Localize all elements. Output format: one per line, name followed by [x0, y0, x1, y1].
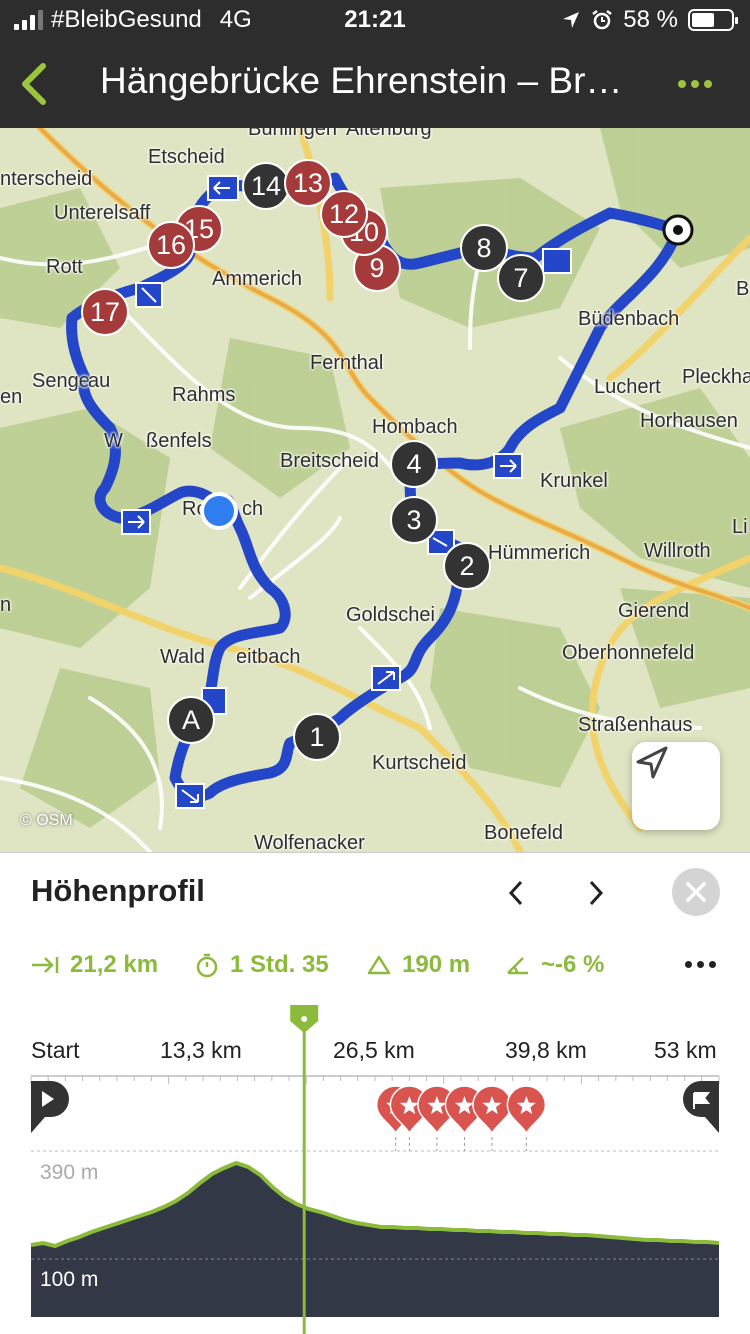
chevron-left-icon — [508, 880, 523, 906]
close-icon — [686, 882, 706, 902]
poi-marker[interactable]: 13 — [284, 159, 332, 207]
svg-text:7: 7 — [513, 263, 528, 293]
svg-text:4: 4 — [406, 449, 421, 479]
stat-duration: 1 Std. 35 — [194, 951, 329, 979]
svg-text:A: A — [182, 705, 200, 735]
finish-flag-icon — [683, 1081, 719, 1133]
gradient-value: ~-6 % — [541, 951, 605, 978]
svg-text:13: 13 — [293, 168, 323, 198]
svg-text:2: 2 — [459, 551, 474, 581]
back-button[interactable] — [14, 60, 54, 108]
gradient-icon — [507, 957, 528, 975]
current-location-dot — [200, 492, 238, 530]
stat-distance: 21,2 km — [30, 951, 158, 979]
location-arrow-icon — [563, 12, 580, 28]
previous-button[interactable] — [496, 875, 536, 911]
cursor-dot — [301, 1016, 308, 1022]
waypoint-marker[interactable]: 3 — [390, 496, 438, 544]
next-button[interactable] — [576, 875, 616, 911]
svg-text:16: 16 — [156, 230, 186, 260]
waypoint-marker[interactable]: 7 — [497, 254, 545, 302]
stats-more-button[interactable] — [685, 961, 716, 968]
page-title: Hängebrücke Ehrenstein – Br… — [100, 60, 623, 101]
poi-marker[interactable]: 16 — [147, 221, 195, 269]
status-bar: #BleibGesund 4G 21:21 58 % — [0, 0, 750, 40]
waypoint-marker[interactable]: 4 — [390, 440, 438, 488]
svg-text:14: 14 — [251, 171, 281, 201]
map-view[interactable]: Bühlingen Altenburg Etscheid nterscheid … — [0, 128, 750, 852]
distance-icon — [32, 957, 59, 973]
battery-percent: 58 % — [623, 6, 678, 33]
svg-text:9: 9 — [369, 253, 384, 283]
elevation-chart[interactable]: 390 m 100 m — [0, 1003, 750, 1334]
stopwatch-icon — [196, 953, 218, 978]
waypoint-marker[interactable]: 2 — [443, 542, 491, 590]
more-dots-icon — [685, 961, 692, 968]
svg-text:3: 3 — [406, 505, 421, 535]
destination-marker[interactable] — [662, 214, 694, 246]
close-button[interactable] — [672, 868, 720, 916]
ascent-icon — [367, 955, 391, 975]
map-attribution: © OSM — [20, 812, 73, 829]
panel-title: Höhenprofil — [31, 873, 205, 908]
waypoint-marker[interactable]: 8 — [460, 224, 508, 272]
svg-text:12: 12 — [329, 199, 359, 229]
nav-header: Hängebrücke Ehrenstein – Br… — [0, 40, 750, 128]
navigation-arrow-icon — [636, 746, 668, 779]
start-icon — [31, 1081, 69, 1133]
stat-ascent: 190 m — [366, 951, 470, 979]
svg-text:8: 8 — [476, 233, 491, 263]
more-options-button[interactable] — [670, 66, 720, 102]
ascent-value: 190 m — [402, 951, 471, 978]
chevron-left-icon — [22, 63, 46, 105]
elevation-panel: Höhenprofil 21,2 km 1 Std. 35 190 m ~-6 … — [0, 852, 750, 1334]
elevation-min-label: 100 m — [40, 1268, 98, 1291]
poi-marker[interactable]: 17 — [81, 288, 129, 336]
distance-value: 21,2 km — [70, 951, 159, 978]
stat-gradient: ~-6 % — [505, 951, 604, 979]
more-dots-icon — [678, 80, 686, 88]
locate-button[interactable] — [632, 742, 720, 830]
chevron-right-icon — [589, 880, 604, 906]
svg-text:1: 1 — [309, 722, 324, 752]
waypoint-marker[interactable]: 1 — [293, 713, 341, 761]
svg-text:17: 17 — [90, 297, 120, 327]
alarm-icon — [592, 10, 613, 30]
waypoint-marker[interactable]: 14 — [242, 162, 290, 210]
elevation-max-label: 390 m — [40, 1161, 98, 1184]
poi-marker[interactable]: 12 — [320, 190, 368, 238]
tour-stats: 21,2 km 1 Std. 35 190 m ~-6 % — [30, 951, 730, 985]
battery-icon — [688, 9, 738, 31]
start-marker[interactable]: A — [167, 696, 215, 744]
duration-value: 1 Std. 35 — [230, 951, 329, 978]
